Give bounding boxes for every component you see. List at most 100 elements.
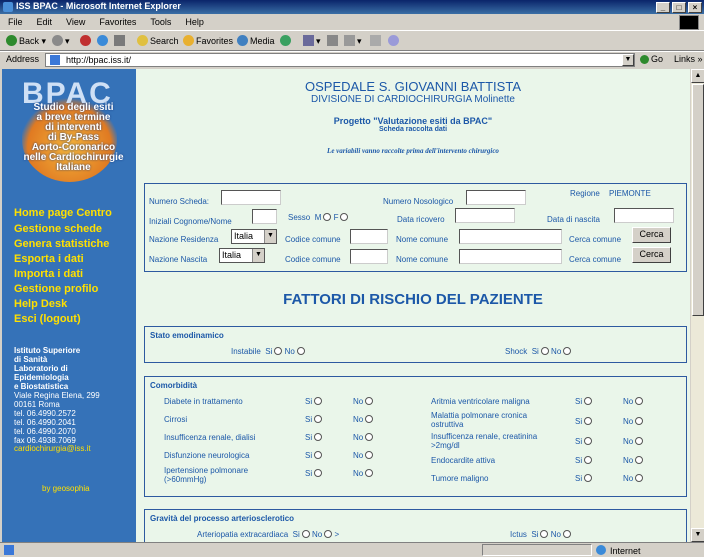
media-button[interactable]: Media [237,35,275,46]
numero-scheda-input[interactable] [221,190,281,205]
refresh-button[interactable] [97,35,110,46]
cirrosi-si-radio[interactable] [314,415,323,423]
menu-edit[interactable]: Edit [29,14,59,27]
print-button[interactable] [327,35,340,46]
links-button[interactable]: Links » [674,54,703,64]
address-dropdown-button[interactable]: ▼ [622,54,634,66]
forward-button[interactable]: ▾ [52,35,70,47]
history-button[interactable] [280,35,293,46]
aritmia-si-radio[interactable] [584,397,593,405]
minimize-button[interactable]: _ [656,2,670,13]
cerca-residenza-button[interactable]: Cerca [632,227,671,243]
dialisi-no-radio[interactable] [365,433,374,441]
scroll-down-button[interactable]: ▼ [691,528,704,542]
messenger-button[interactable] [388,35,401,46]
scroll-up-button[interactable]: ▲ [691,69,704,83]
codice-comune-nascita-input[interactable] [350,249,388,264]
menu-view[interactable]: View [58,14,91,27]
nazione-residenza-label: Nazione Residenza [149,235,219,244]
close-button[interactable]: × [688,2,702,13]
menu-tools[interactable]: Tools [142,14,177,27]
address-input[interactable]: http://bpac.iss.it/ [45,53,635,67]
sesso-m-radio[interactable] [323,213,332,221]
nav-logout[interactable]: Esci (logout) [14,313,81,325]
menu-file[interactable]: File [0,14,29,27]
no-label: No [353,415,364,424]
data-nascita-label: Data di nascita [547,215,600,224]
menu-favorites[interactable]: Favorites [91,14,142,27]
maximize-button[interactable]: □ [672,2,686,13]
favorites-button[interactable]: Favorites [183,35,233,46]
endocardite-si-radio[interactable] [584,456,593,464]
si-label: Si [305,397,313,406]
dialisi-si-radio[interactable] [314,433,323,441]
mail-button[interactable]: ▾ [303,35,321,47]
ictus-no-radio[interactable] [562,530,571,538]
endocardite-no-radio[interactable] [635,456,644,464]
shock-si-radio[interactable] [540,347,549,355]
ictus-si-radio[interactable] [540,530,549,538]
nav-importa-dati[interactable]: Importa i dati [14,268,83,280]
stop-button[interactable] [80,35,93,46]
ictus-row: Ictus Si No [510,530,571,539]
credit-link[interactable]: by geosophia [42,484,90,493]
email-link[interactable]: cardiochirurgia@iss.it [14,444,91,453]
address-line: Viale Regina Elena, 299 [14,391,100,400]
instabile-no-radio[interactable] [296,347,305,355]
creatinina-si-radio[interactable] [584,437,593,445]
nazione-nascita-select[interactable]: Italia ▼ [219,248,265,263]
home-button[interactable] [114,35,127,46]
aritmia-no-radio[interactable] [635,397,644,405]
data-nascita-input[interactable] [614,208,674,223]
arteriopatia-si-radio[interactable] [301,530,310,538]
cerca-nascita-button[interactable]: Cerca [632,247,671,263]
comorb-si: Si [305,415,323,424]
star-icon [183,35,194,46]
neuro-no-radio[interactable] [365,451,374,459]
arteriopatia-no-radio[interactable] [324,530,333,538]
back-button[interactable]: Back ▾ [6,35,46,47]
go-button[interactable]: Go [640,54,663,64]
tumore-no-radio[interactable] [635,474,644,482]
nav-esporta-dati[interactable]: Esporta i dati [14,253,84,265]
edit-button[interactable]: ▾ [344,35,362,47]
nome-comune-residenza-input[interactable] [459,229,562,244]
nav-gestione-schede[interactable]: Gestione schede [14,223,102,235]
nav-genera-statistiche[interactable]: Genera statistiche [14,238,109,250]
creatinina-no-radio[interactable] [635,437,644,445]
codice-comune-residenza-input[interactable] [350,229,388,244]
numero-nosologico-input[interactable] [466,190,526,205]
comorb-no: No [623,417,644,426]
greater-than-label: > [334,530,340,539]
nav-help-desk[interactable]: Help Desk [14,298,67,310]
discuss-button[interactable] [370,35,383,46]
ipertensione-si-radio[interactable] [314,469,323,477]
neuro-si-radio[interactable] [314,451,323,459]
diabete-no-radio[interactable] [365,397,374,405]
comorb-left-label: Diabete in trattamento [164,397,243,406]
instabile-si-radio[interactable] [274,347,283,355]
cirrosi-no-radio[interactable] [365,415,374,423]
shock-no-radio[interactable] [563,347,572,355]
fattori-title: FATTORI DI RISCHIO DEL PAZIENTE [283,291,543,308]
nome-comune-nascita-input[interactable] [459,249,562,264]
nazione-residenza-value: Italia [234,231,254,241]
si-label: Si [305,433,313,442]
comorb-si: Si [305,469,323,478]
nav-gestione-profilo[interactable]: Gestione profilo [14,283,98,295]
ipertensione-no-radio[interactable] [365,469,374,477]
scroll-thumb[interactable] [692,84,704,316]
search-button[interactable]: Search [137,35,179,46]
iniziali-input[interactable] [252,209,277,224]
sesso-f-radio[interactable] [340,213,349,221]
vertical-scrollbar[interactable]: ▲ ▼ [690,69,704,542]
bpco-no-radio[interactable] [635,417,644,425]
data-ricovero-input[interactable] [455,208,515,223]
bpco-si-radio[interactable] [584,417,593,425]
nav-home-page-centro[interactable]: Home page Centro [14,207,112,219]
tumore-si-radio[interactable] [584,474,593,482]
menu-help[interactable]: Help [177,14,210,27]
diabete-si-radio[interactable] [314,397,323,405]
nazione-residenza-select[interactable]: Italia ▼ [231,229,277,244]
address-label: Address [6,54,40,64]
